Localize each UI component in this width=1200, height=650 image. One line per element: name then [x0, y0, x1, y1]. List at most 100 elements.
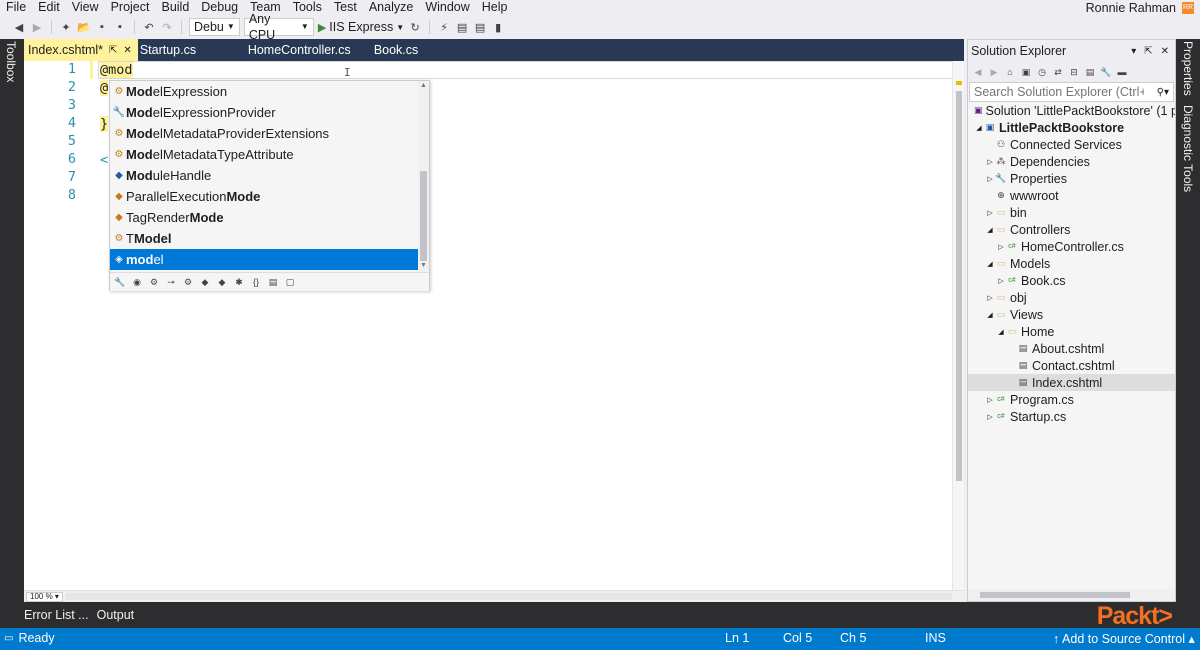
tree-node[interactable]: ◢ ▭ Views	[968, 306, 1175, 323]
tree-node[interactable]: ⚇ Connected Services	[968, 136, 1175, 153]
tree-node[interactable]: ▤ About.cshtml	[968, 340, 1175, 357]
bookmark-icon[interactable]: ▤	[473, 20, 487, 34]
properties-icon[interactable]: 🔧	[1100, 66, 1112, 78]
expanded-arrow-icon[interactable]: ◢	[985, 311, 995, 319]
expanded-arrow-icon[interactable]: ◢	[996, 328, 1006, 336]
error-list-tab[interactable]: Error List ...	[24, 608, 89, 622]
back-icon[interactable]: ◀	[972, 66, 984, 78]
undo-icon[interactable]: ↶	[142, 20, 156, 34]
bookmark-icon[interactable]: ▤	[455, 20, 469, 34]
solution-tree[interactable]: ▣ Solution 'LittlePacktBookstore' (1 pr ◢ ▣…	[968, 102, 1175, 582]
intellisense-popup[interactable]: ⚙ ModelExpression 🔧 ModelExpressionProvider…	[109, 80, 430, 291]
tree-node[interactable]: ▷ c# Program.cs	[968, 391, 1175, 408]
tree-node[interactable]: ◢ ▭ Controllers	[968, 221, 1175, 238]
tab-homecontroller-cs[interactable]: HomeController.cs	[228, 39, 368, 61]
enum-filter-icon[interactable]: ◆	[216, 276, 228, 288]
tree-node[interactable]: ▤ Contact.cshtml	[968, 357, 1175, 374]
event-filter-icon[interactable]: ✱	[233, 276, 245, 288]
menu-build[interactable]: Build	[155, 0, 195, 15]
search-input[interactable]	[974, 85, 1144, 99]
browser-link-icon[interactable]: ⚡	[437, 20, 451, 34]
sync-icon[interactable]: ⇄	[1052, 66, 1064, 78]
scroll-thumb[interactable]	[956, 91, 962, 481]
expanded-arrow-icon[interactable]: ◢	[985, 260, 995, 268]
completion-item[interactable]: ◆ TagRenderMode	[110, 207, 419, 228]
pending-changes-icon[interactable]: ◷	[1036, 66, 1048, 78]
tree-node[interactable]: ▷ c# HomeController.cs	[968, 238, 1175, 255]
editor-vertical-scrollbar[interactable]	[952, 61, 964, 602]
collapsed-arrow-icon[interactable]: ▷	[985, 413, 995, 421]
home-icon[interactable]: ⌂	[1004, 66, 1016, 78]
tree-node[interactable]: ▣ Solution 'LittlePacktBookstore' (1 pr	[968, 102, 1175, 119]
tree-node[interactable]: ◢ ▣ LittlePacktBookstore	[968, 119, 1175, 136]
code-line[interactable]: @mod	[100, 61, 133, 79]
collapse-all-icon[interactable]: ⊟	[1068, 66, 1080, 78]
completion-item[interactable]: 🔧 ModelExpressionProvider	[110, 102, 419, 123]
tab-index-cshtml[interactable]: Index.cshtml* ⇱ ✕	[24, 39, 138, 61]
completion-scrollbar[interactable]: ▲ ▼	[418, 81, 429, 272]
namespace-filter-icon[interactable]: {}	[250, 276, 262, 288]
expand-filter-icon[interactable]: ▢	[284, 276, 296, 288]
collapsed-arrow-icon[interactable]: ▷	[985, 158, 995, 166]
completion-list[interactable]: ⚙ ModelExpression 🔧 ModelExpressionProvider…	[110, 81, 419, 272]
zoom-combo[interactable]: 100 % ▾	[26, 591, 63, 602]
completion-item[interactable]: ⚙ ModelMetadataProviderExtensions	[110, 123, 419, 144]
code-line[interactable]: @	[100, 79, 109, 97]
toolbox-strip[interactable]: Toolbox	[0, 39, 24, 602]
tab-startup-cs[interactable]: Startup.cs	[138, 39, 228, 61]
collapsed-arrow-icon[interactable]: ▷	[985, 209, 995, 217]
diagnostic-tools-tab[interactable]: Diagnostic Tools	[1181, 105, 1195, 192]
show-all-files-icon[interactable]: ▤	[1084, 66, 1096, 78]
switch-views-icon[interactable]: ▣	[1020, 66, 1032, 78]
back-icon[interactable]: ◀	[12, 20, 26, 34]
field-filter-icon[interactable]: ⊸	[165, 276, 177, 288]
scroll-up-icon[interactable]: ▲	[419, 82, 428, 91]
collapsed-arrow-icon[interactable]: ▷	[996, 243, 1006, 251]
bookmark-icon[interactable]: ▮	[491, 20, 505, 34]
property-filter-icon[interactable]: ⚙	[148, 276, 160, 288]
new-project-icon[interactable]: ✦	[59, 20, 73, 34]
expanded-arrow-icon[interactable]: ◢	[974, 124, 984, 132]
collapsed-arrow-icon[interactable]: ▷	[985, 294, 995, 302]
menu-window[interactable]: Window	[419, 0, 475, 15]
method-filter-icon[interactable]: ◉	[131, 276, 143, 288]
output-tab[interactable]: Output	[97, 608, 135, 622]
completion-item[interactable]: ⚙ ModelExpression	[110, 81, 419, 102]
tree-node[interactable]: ▷ c# Book.cs	[968, 272, 1175, 289]
menu-debug[interactable]: Debug	[195, 0, 244, 15]
collapsed-arrow-icon[interactable]: ▷	[985, 396, 995, 404]
menu-test[interactable]: Test	[328, 0, 363, 15]
tree-node[interactable]: ▷ c# Startup.cs	[968, 408, 1175, 425]
user-avatar[interactable]: RR	[1182, 1, 1194, 14]
menu-project[interactable]: Project	[105, 0, 156, 15]
tree-node[interactable]: ▷ 🔧 Properties	[968, 170, 1175, 187]
tree-node[interactable]: ◢ ▭ Home	[968, 323, 1175, 340]
user-area[interactable]: Ronnie Rahman RR	[1086, 0, 1194, 15]
save-all-icon[interactable]: ▪	[113, 20, 127, 34]
completion-item[interactable]: ◆ ModuleHandle	[110, 165, 419, 186]
solution-explorer-scrollbar[interactable]	[968, 589, 1175, 601]
editor-horizontal-scrollbar[interactable]	[66, 593, 952, 600]
completion-item[interactable]: ◈ model	[110, 249, 419, 270]
tree-node[interactable]: ▷ ▭ obj	[968, 289, 1175, 306]
class-filter-icon[interactable]: ⚙	[182, 276, 194, 288]
properties-tab[interactable]: Properties	[1181, 41, 1195, 96]
completion-item[interactable]: ⚙ ModelMetadataTypeAttribute	[110, 144, 419, 165]
pin-icon[interactable]: ⇱	[1144, 46, 1152, 57]
refresh-icon[interactable]: ↻	[408, 20, 422, 34]
tree-node[interactable]: ◢ ▭ Models	[968, 255, 1175, 272]
platform-combo[interactable]: Any CPU ▼	[243, 12, 314, 42]
forward-icon[interactable]: ▶	[988, 66, 1000, 78]
code-line[interactable]: }	[100, 115, 109, 133]
menu-edit[interactable]: Edit	[32, 0, 66, 15]
collapsed-arrow-icon[interactable]: ▷	[985, 175, 995, 183]
tree-node[interactable]: ▷ ▭ bin	[968, 204, 1175, 221]
completion-item[interactable]: ◆ ParallelExecutionMode	[110, 186, 419, 207]
collapsed-arrow-icon[interactable]: ▷	[996, 277, 1006, 285]
user-name[interactable]: Ronnie Rahman	[1086, 1, 1176, 15]
add-to-source-control-button[interactable]: ↑ Add to Source Control ▴	[1053, 631, 1195, 646]
tab-book-cs[interactable]: Book.cs	[368, 39, 448, 61]
menu-analyze[interactable]: Analyze	[363, 0, 419, 15]
tree-node[interactable]: ▤ Index.cshtml	[968, 374, 1175, 391]
close-icon[interactable]: ✕	[123, 45, 131, 56]
